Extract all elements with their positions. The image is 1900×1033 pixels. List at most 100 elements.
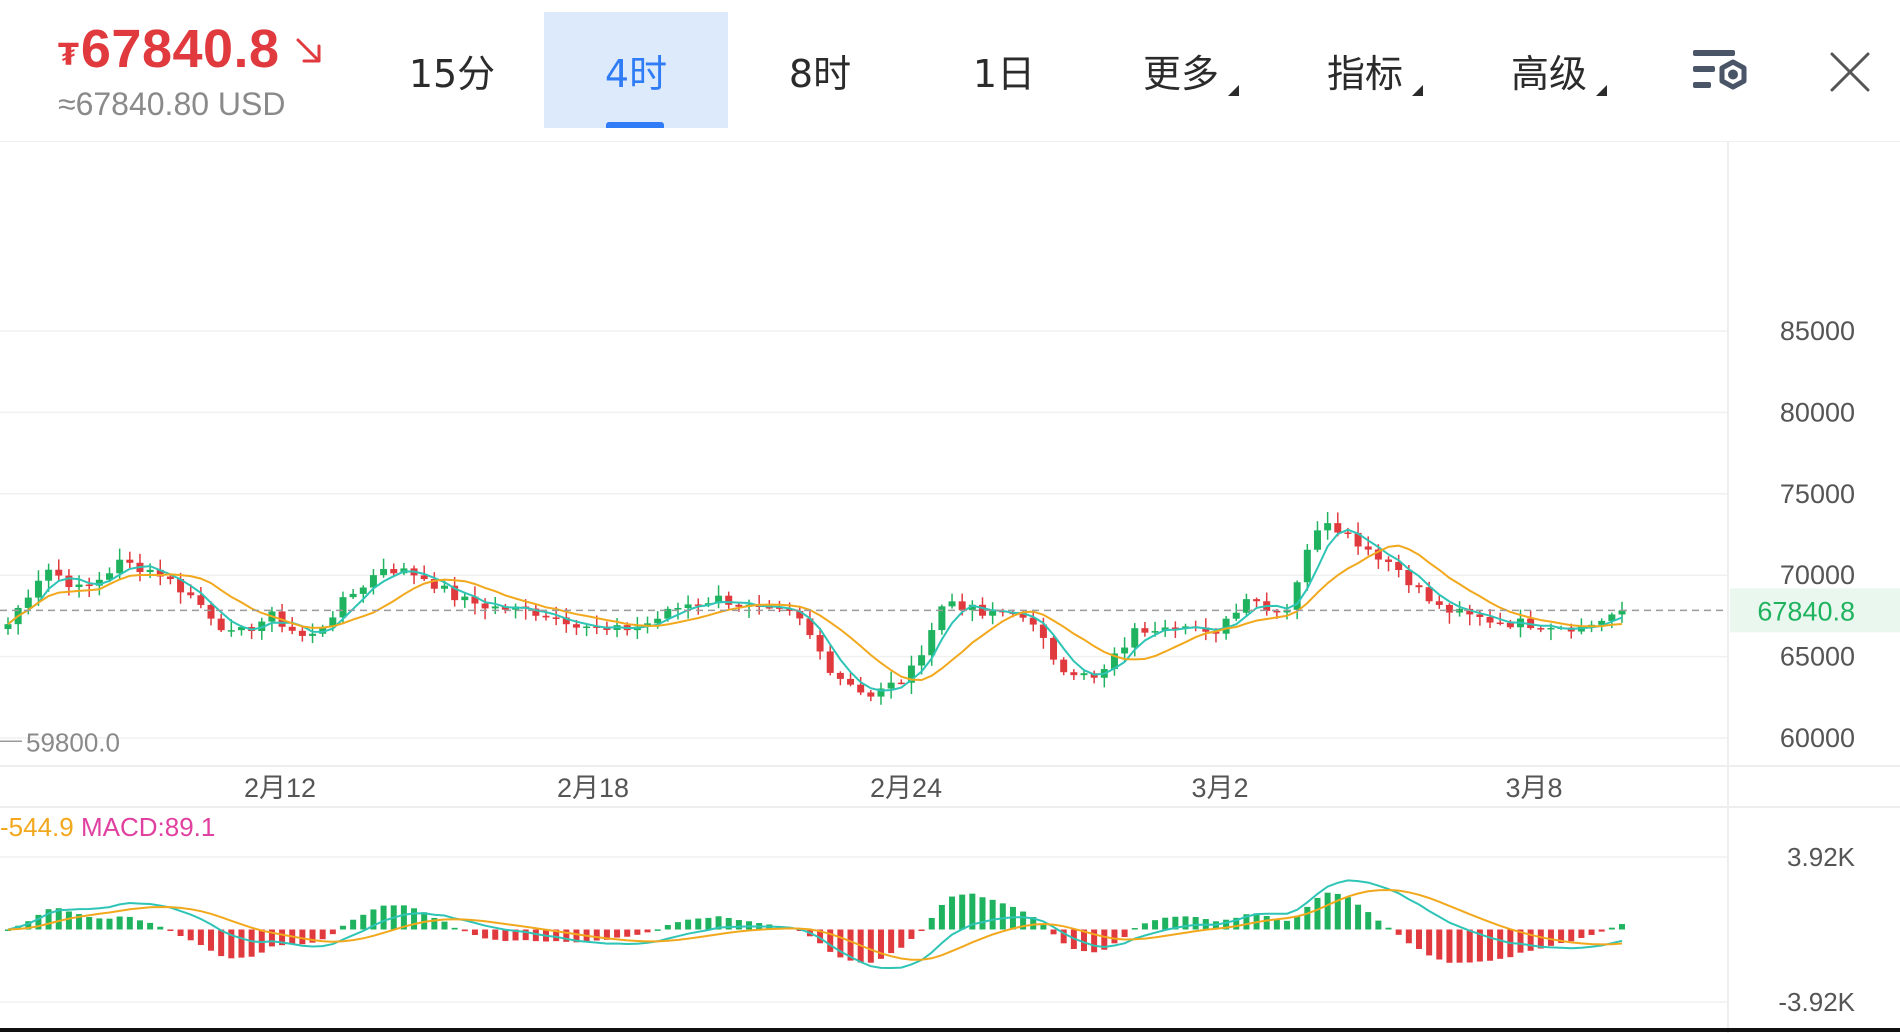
macd-histogram-bar [167,929,174,931]
macd-histogram-bar [329,929,336,935]
candle-body [217,618,225,631]
macd-histogram-bar [1344,897,1351,930]
tab-more[interactable]: 更多 [1096,12,1280,128]
candle-body [867,692,875,697]
close-icon [1830,52,1870,92]
candle-body [75,584,83,588]
candle-body [440,585,448,589]
price-tick-label: 70000 [1780,560,1855,590]
chart-settings-icon [1693,50,1747,90]
tab-label: 指标 [1326,43,1423,98]
macd-histogram-bar [1527,929,1534,951]
tab-4h[interactable]: 4时 [544,12,728,128]
macd-value: MACD:89.1 [81,812,215,842]
candle-body [339,597,347,618]
macd-histogram-bar [1162,917,1169,930]
macd-histogram-bar [502,929,509,941]
candle-body [887,682,895,689]
macd-histogram-bar [411,908,418,930]
close-button[interactable] [1826,48,1874,96]
tab-advanced[interactable]: 高级 [1464,12,1648,128]
candle-body [1273,610,1281,613]
candle-body [55,569,63,576]
macd-histogram-bar [1415,929,1422,949]
candle-body [1435,601,1443,605]
candle-body [461,596,469,601]
arrow-down-right-icon [294,36,324,70]
macd-histogram-bar [1182,916,1189,930]
macd-panel: 3.92K -3.92K -544.9 MACD:89.1 [0,812,1856,1017]
macd-histogram-bar [1619,924,1625,930]
macd-histogram-bar [1294,916,1301,930]
tab-label: 15分 [408,51,496,96]
candle-body [390,569,398,574]
macd-histogram-bar [248,929,255,957]
candle-body [542,615,550,618]
macd-histogram-bar [1121,929,1128,938]
candle-body [1151,631,1159,633]
candle-body [674,608,682,610]
chart-settings-button[interactable] [1690,44,1754,100]
macd-histogram-bar [1405,929,1412,944]
macd-histogram-bar [208,929,215,951]
macd-histogram-bar [126,916,133,930]
candle-body [958,601,966,611]
macd-histogram-bar [634,929,641,935]
price-tick-label: 75000 [1780,479,1855,509]
candle-body [826,651,834,673]
candle-body [309,633,317,636]
candle-body [4,624,12,630]
tab-label-text: 高级 [1510,51,1587,96]
macd-histogram-bar [1466,929,1473,963]
price-axis: 85000 80000 75000 70000 65000 60000 [1780,316,1855,753]
macd-tick-label: -3.92K [1778,987,1855,1017]
candle-body [928,630,936,656]
tab-label-text: 指标 [1326,51,1403,96]
macd-histogram-bar [461,929,468,932]
price-block: ₮ 67840.8 ≈67840.80 USD [58,18,324,123]
low-marker-label: 59800.0 [26,727,120,757]
tab-1d[interactable]: 1日 [912,12,1096,128]
candle-body [116,559,124,574]
candle-body [684,604,692,609]
macd-histogram-bar [867,929,874,963]
dropdown-caret-icon [1596,84,1607,96]
candle-body [491,606,499,609]
macd-histogram-bar [1192,917,1199,930]
candle-body [45,569,53,581]
macd-histogram-bar [624,929,631,937]
tab-indicators[interactable]: 指标 [1280,12,1464,128]
macd-histogram-bar [1375,920,1382,930]
candle-body [1405,569,1413,586]
candle-body [481,603,489,609]
tab-label: 高级 [1510,43,1607,98]
candle-body [1537,628,1545,630]
candle-body [1080,673,1088,676]
price-chart[interactable]: 850008000075000700006500060000 2月12 2月18 2… [0,142,1900,1033]
tab-8h[interactable]: 8时 [728,12,912,128]
price-line: ₮ 67840.8 [58,18,324,80]
macd-tick-label: 3.92K [1787,842,1856,872]
chart-header: ₮ 67840.8 ≈67840.80 USD 15分 4时 8时 1日 更多 [0,0,1900,142]
candle-body [1445,604,1453,613]
macd-histogram-bar [918,929,925,931]
candle-body [1060,659,1068,673]
macd-histogram-bar [1608,927,1615,930]
macd-histogram-bar [1456,929,1463,963]
macd-histogram-bar [319,929,326,940]
candle-body [816,635,824,652]
candle-body [1364,546,1372,550]
candle-body [836,672,844,679]
macd-histogram-bar [674,922,681,930]
tab-label: 8时 [788,51,852,96]
macd-histogram-bar [441,921,448,930]
time-tick-label: 3月2 [1191,773,1248,803]
tab-15min[interactable]: 15分 [360,12,544,128]
time-tick-label: 2月24 [870,773,942,803]
macd-histogram-bar [1426,929,1433,956]
currency-symbol: ₮ [58,37,79,73]
macd-histogram-bar [471,929,478,936]
candle-body [583,626,591,629]
macd-histogram-bar [106,918,113,930]
macd-histogram-bar [989,899,996,930]
